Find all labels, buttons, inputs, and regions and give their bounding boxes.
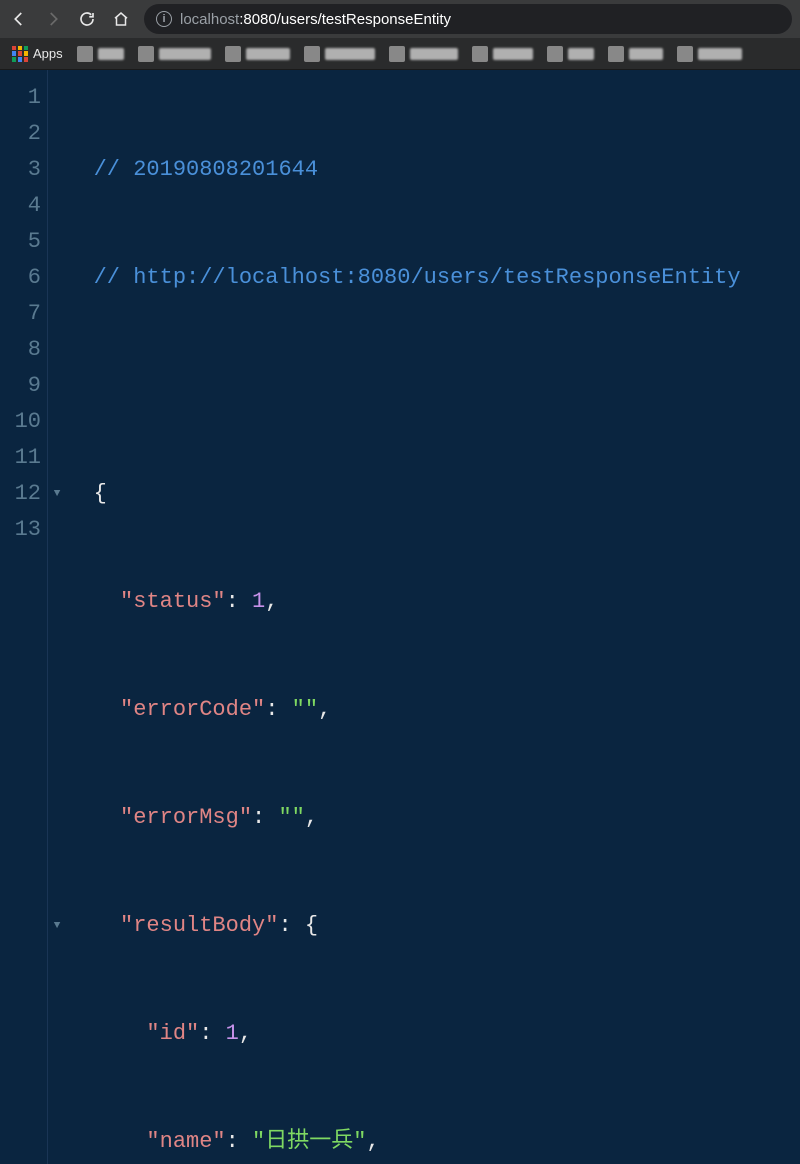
apps-icon xyxy=(12,46,28,62)
line-number: 8 xyxy=(0,332,41,368)
line-number: 4 xyxy=(0,188,41,224)
site-info-icon[interactable]: i xyxy=(156,11,172,27)
code-line: "errorMsg": "", xyxy=(54,800,741,836)
browser-toolbar: i localhost:8080/users/testResponseEntit… xyxy=(0,0,800,38)
code-line: ▼ { xyxy=(54,476,741,512)
line-number: 10 xyxy=(0,404,41,440)
line-number: 9 xyxy=(0,368,41,404)
json-string: "" xyxy=(292,697,318,722)
code-viewer: 1 2 3 4 5 6 7 8 9 10 11 12 13 // 2019080… xyxy=(0,70,800,1164)
line-number: 3 xyxy=(0,152,41,188)
comment: // http://localhost:8080/users/testRespo… xyxy=(94,265,741,290)
json-number: 1 xyxy=(226,1021,239,1046)
code-line: "errorCode": "", xyxy=(54,692,741,728)
back-button[interactable] xyxy=(8,8,30,30)
address-text: localhost:8080/users/testResponseEntity xyxy=(180,11,451,28)
json-key: "resultBody" xyxy=(120,913,278,938)
bookmark-item[interactable] xyxy=(304,46,375,62)
json-key: "errorMsg" xyxy=(120,805,252,830)
code-line: "status": 1, xyxy=(54,584,741,620)
code-line xyxy=(54,368,741,404)
line-number: 7 xyxy=(0,296,41,332)
line-number: 2 xyxy=(0,116,41,152)
json-number: 1 xyxy=(252,589,265,614)
bookmark-item[interactable] xyxy=(547,46,594,62)
bookmark-item[interactable] xyxy=(472,46,533,62)
json-string: "日拱一兵" xyxy=(252,1129,366,1154)
bookmark-item[interactable] xyxy=(225,46,290,62)
forward-button[interactable] xyxy=(42,8,64,30)
reload-button[interactable] xyxy=(76,8,98,30)
apps-button[interactable]: Apps xyxy=(12,46,63,62)
code-line: "name": "日拱一兵", xyxy=(54,1124,741,1160)
fold-toggle-icon[interactable]: ▼ xyxy=(52,476,62,512)
home-button[interactable] xyxy=(110,8,132,30)
brace: { xyxy=(94,481,107,506)
json-key: "id" xyxy=(146,1021,199,1046)
brace: { xyxy=(305,913,318,938)
line-number: 5 xyxy=(0,224,41,260)
bookmark-item[interactable] xyxy=(77,46,124,62)
json-key: "status" xyxy=(120,589,226,614)
address-bar[interactable]: i localhost:8080/users/testResponseEntit… xyxy=(144,4,792,34)
line-number-gutter: 1 2 3 4 5 6 7 8 9 10 11 12 13 xyxy=(0,70,48,1164)
json-string: "" xyxy=(278,805,304,830)
code-line: "id": 1, xyxy=(54,1016,741,1052)
apps-label: Apps xyxy=(33,46,63,61)
line-number: 1 xyxy=(0,80,41,116)
json-key: "errorCode" xyxy=(120,697,265,722)
code-content[interactable]: // 20190808201644 // http://localhost:80… xyxy=(48,70,741,1164)
json-key: "name" xyxy=(146,1129,225,1154)
bookmark-item[interactable] xyxy=(608,46,663,62)
bookmark-item[interactable] xyxy=(138,46,211,62)
code-line: // http://localhost:8080/users/testRespo… xyxy=(54,260,741,296)
line-number: 11 xyxy=(0,440,41,476)
line-number: 13 xyxy=(0,512,41,548)
code-line: ▼ "resultBody": { xyxy=(54,908,741,944)
bookmark-item[interactable] xyxy=(677,46,742,62)
comment: // 20190808201644 xyxy=(94,157,318,182)
bookmarks-bar: Apps xyxy=(0,38,800,70)
line-number: 6 xyxy=(0,260,41,296)
code-line: // 20190808201644 xyxy=(54,152,741,188)
bookmark-item[interactable] xyxy=(389,46,458,62)
fold-toggle-icon[interactable]: ▼ xyxy=(52,908,62,944)
line-number: 12 xyxy=(0,476,41,512)
